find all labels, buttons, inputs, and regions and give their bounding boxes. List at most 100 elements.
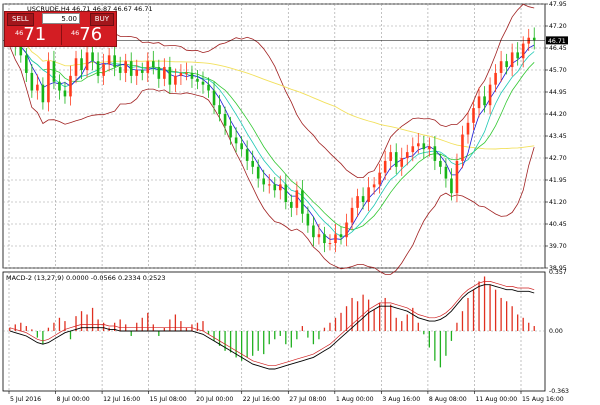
macd-signal-line <box>9 284 535 370</box>
candle-body <box>461 134 464 161</box>
candle-body <box>356 196 359 208</box>
sell-price-main: 71 <box>23 24 47 45</box>
chart-window[interactable]: 47.95 47.20 46.45 45.70 44.95 44.20 43.45 42.70… <box>0 0 600 405</box>
candle-body <box>174 75 177 85</box>
candle-body <box>262 178 266 185</box>
candle-body <box>196 78 199 82</box>
one-click-trading-panel: SELL 5.00 BUY 4671 4676 <box>4 11 117 47</box>
time-axis-label: 27 Jul 08:00 <box>289 396 326 403</box>
candle-body <box>25 55 28 73</box>
price-axis-label: 39.70 <box>549 243 567 250</box>
candle-body <box>433 146 437 161</box>
time-axis-label: 3 Aug 16:00 <box>382 396 420 403</box>
candle-body <box>102 64 105 76</box>
sell-price[interactable]: 4671 <box>15 25 46 45</box>
candle-body <box>472 108 475 123</box>
candle-body <box>361 196 365 202</box>
candle-body <box>339 234 343 238</box>
candle-body <box>256 166 260 179</box>
candle-body <box>290 202 293 208</box>
candle-body <box>394 152 398 167</box>
price-axis-label: 47.20 <box>549 23 567 30</box>
price-axis-label: 41.20 <box>549 199 567 206</box>
candle-body <box>450 178 453 194</box>
candle-body <box>422 143 426 150</box>
candle-body <box>328 243 332 245</box>
candle-body <box>218 105 221 114</box>
ma-mid-line <box>9 37 535 237</box>
price-axis-label: 43.45 <box>549 133 567 140</box>
candle-body <box>428 146 431 150</box>
candle-body <box>207 84 210 91</box>
candle-body <box>96 61 100 76</box>
chart-canvas[interactable]: 47.95 47.20 46.45 45.70 44.95 44.20 43.45 42.70… <box>0 0 600 405</box>
candle-body <box>157 67 161 79</box>
time-axis-label: 8 Aug 08:00 <box>429 396 467 403</box>
candle-body <box>389 152 392 161</box>
bollinger-lower-line <box>9 46 535 275</box>
time-axis-label: 15 Jul 08:00 <box>150 396 187 403</box>
candle-body <box>124 61 127 73</box>
candle-body <box>516 52 519 59</box>
price-separator <box>61 25 62 45</box>
candle-body <box>334 234 337 244</box>
time-axis-label: 15 Aug 16:00 <box>522 396 564 403</box>
buy-price-main: 76 <box>79 24 103 45</box>
candle-body <box>367 187 370 202</box>
price-axis-label: 45.70 <box>549 67 567 74</box>
macd-axis-label: -0.363 <box>549 388 569 395</box>
candle-body <box>466 122 470 135</box>
time-axis-label: 8 Jul 00:00 <box>57 396 90 403</box>
candle-body <box>58 81 61 91</box>
candle-body <box>113 55 116 68</box>
candle-body <box>85 52 89 70</box>
candle-body <box>240 143 243 150</box>
candle-body <box>74 58 78 76</box>
macd-panel-frame <box>2 271 546 392</box>
candle-body <box>152 61 155 68</box>
candle-body <box>301 190 304 214</box>
price-axis-label: 46.45 <box>549 45 567 52</box>
candle-body <box>19 46 23 56</box>
candle-body <box>505 61 508 68</box>
time-axis-label: 20 Jul 00:00 <box>196 396 233 403</box>
candle-body <box>36 84 39 91</box>
macd-title: MACD-2 (13,27,9) 0.0000 -0.0566 0.2334 0… <box>6 274 166 282</box>
candle-body <box>52 61 56 82</box>
buy-price[interactable]: 4676 <box>71 25 102 45</box>
macd-axis-label: 0.357 <box>549 269 567 276</box>
candle-body <box>140 70 144 73</box>
candle-body <box>400 158 404 167</box>
candle-body <box>306 213 310 226</box>
candle-body <box>494 72 497 85</box>
price-axis-label: 44.95 <box>549 89 567 96</box>
candle-body <box>532 37 536 41</box>
candle-body <box>312 225 315 238</box>
candle-body <box>168 67 172 85</box>
candle-body <box>91 52 94 62</box>
candle-body <box>273 184 277 191</box>
candle-body <box>345 222 348 238</box>
price-axis-label: 42.70 <box>549 155 567 162</box>
candle-body <box>455 160 459 194</box>
time-axis-label: 5 Jul 2016 <box>10 396 41 403</box>
time-axis-label: 11 Aug 00:00 <box>475 396 517 403</box>
candle-body <box>41 84 45 103</box>
candle-body <box>499 61 503 73</box>
candle-body <box>135 70 139 76</box>
price-axis-label: 40.45 <box>549 221 567 228</box>
candle-body <box>190 72 194 79</box>
candle-body <box>251 160 254 167</box>
time-axis-label: 22 Jul 16:00 <box>243 396 280 403</box>
candle-body <box>378 172 381 185</box>
candle-body <box>411 146 415 153</box>
time-axis-label: 1 Aug 00:00 <box>336 396 374 403</box>
candle-body <box>350 207 354 223</box>
candle-body <box>212 90 216 106</box>
lot-size-input[interactable]: 5.00 <box>42 13 80 24</box>
candle-body <box>201 81 205 85</box>
price-axis-label: 47.95 <box>549 1 567 8</box>
candle-body <box>163 67 166 79</box>
candle-body <box>317 234 321 238</box>
candle-body <box>146 61 150 73</box>
